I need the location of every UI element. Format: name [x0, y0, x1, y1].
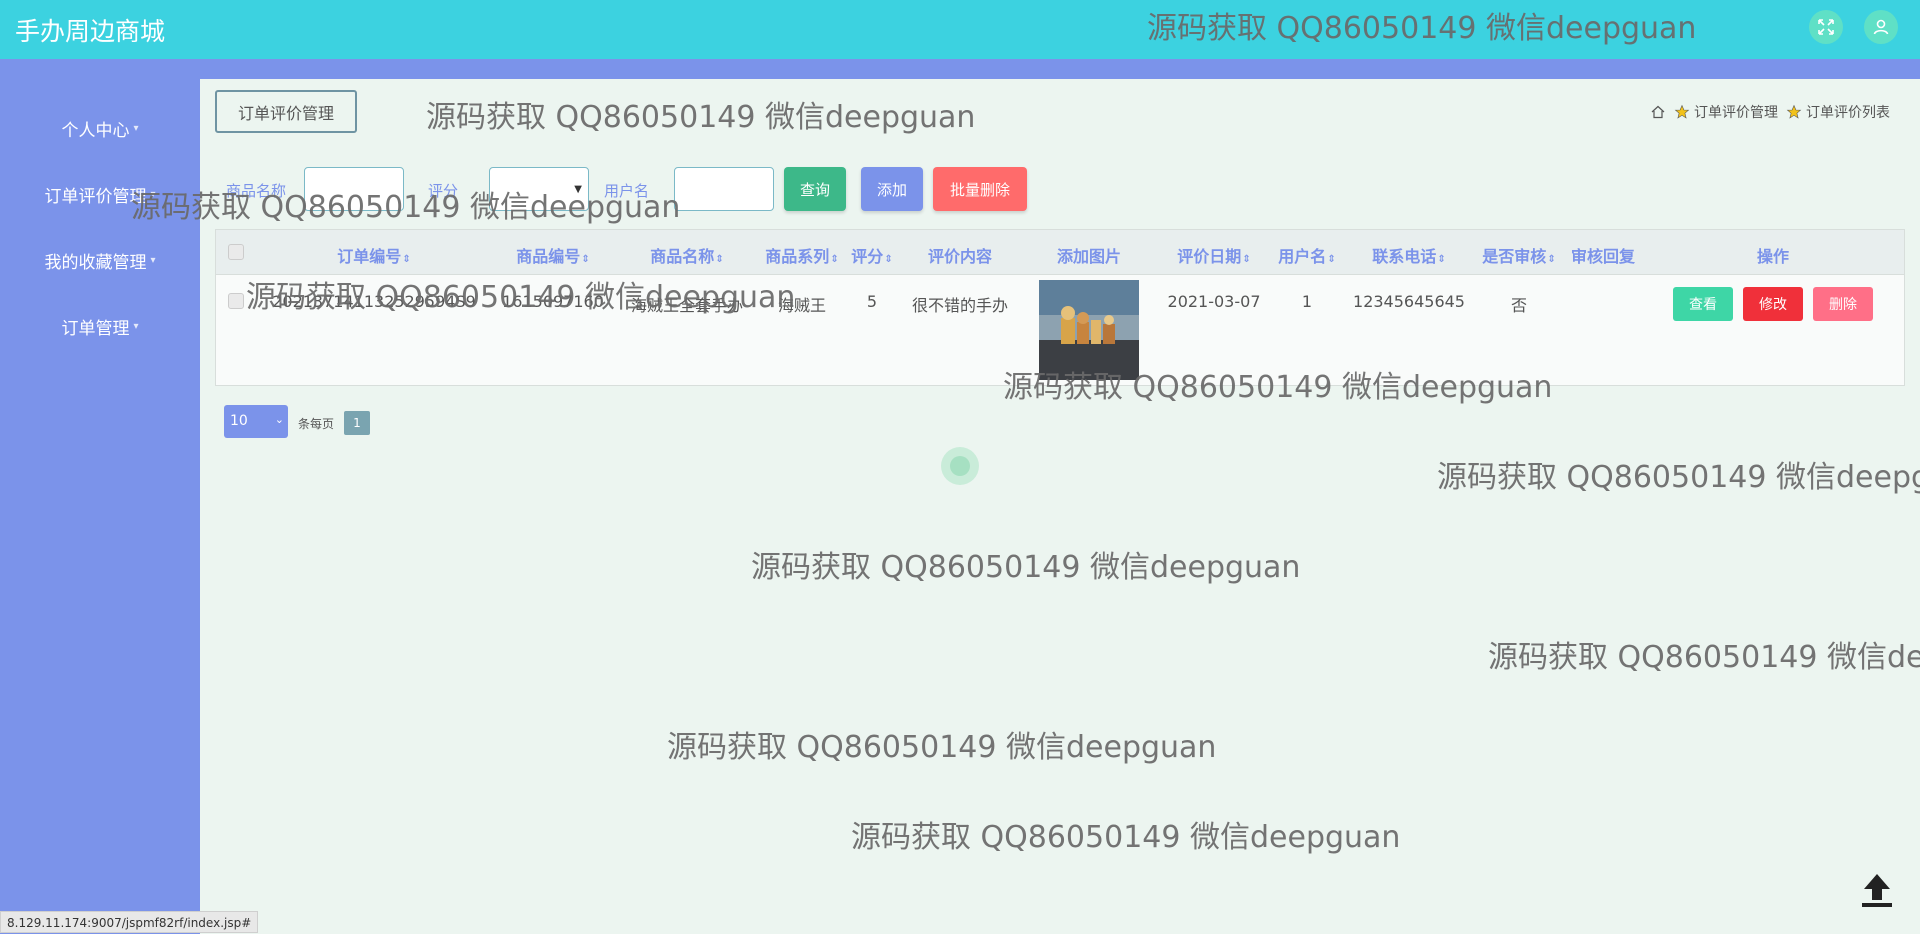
page-title-tab[interactable]: 订单评价管理 — [215, 90, 357, 133]
sidebar-item-favorites[interactable]: 我的收藏管理 ▾ — [0, 240, 200, 280]
column-header[interactable]: 是否审核⇕ — [1482, 243, 1555, 267]
sidebar-item-label: 个人中心 — [61, 120, 130, 141]
column-header[interactable]: 用户名⇕ — [1278, 243, 1335, 267]
username-input[interactable] — [674, 167, 774, 211]
user-icon[interactable] — [1864, 10, 1898, 44]
loading-spinner — [941, 447, 979, 485]
column-header[interactable]: 订单编号⇕ — [337, 243, 410, 267]
select-all-checkbox[interactable] — [228, 244, 244, 260]
star-icon — [1674, 104, 1690, 119]
watermark: 源码获取 QQ86050149 微信deepguan — [1147, 11, 1697, 46]
watermark: 源码获取 QQ86050149 微信deepguan — [1488, 640, 1920, 675]
status-bar-url: 8.129.11.174:9007/jspmf82rf/index.jsp# — [0, 911, 259, 933]
column-header[interactable]: 联系电话⇕ — [1372, 243, 1445, 267]
chevron-down-icon: ▾ — [133, 320, 139, 332]
watermark: 源码获取 QQ86050149 微信deepguan — [851, 820, 1401, 855]
sidebar-item-orders[interactable]: 订单管理 ▾ — [0, 306, 200, 346]
add-button[interactable]: 添加 — [861, 167, 923, 211]
sort-icon: ⇕ — [1242, 254, 1251, 265]
edit-button[interactable]: 修改 — [1743, 287, 1803, 321]
column-header[interactable]: 商品系列⇕ — [765, 243, 838, 267]
watermark: 源码获取 QQ86050149 微信deepguan — [426, 100, 976, 135]
watermark: 源码获取 QQ86050149 微信deepguan — [1437, 460, 1920, 495]
back-to-top-icon[interactable] — [1856, 870, 1898, 910]
chevron-down-icon: ⌄ — [274, 413, 284, 426]
sort-icon: ⇕ — [402, 254, 411, 265]
cell-date: 2021-03-07 — [1167, 292, 1261, 311]
column-header: 操作 — [1756, 247, 1790, 266]
column-header: 添加图片 — [1056, 247, 1122, 266]
cell-username: 1 — [1301, 292, 1313, 311]
cell-audited: 否 — [1510, 296, 1528, 315]
sort-icon: ⇕ — [1327, 254, 1336, 265]
column-header[interactable]: 评价日期⇕ — [1177, 243, 1250, 267]
cell-rating: 5 — [866, 292, 878, 311]
delete-button[interactable]: 删除 — [1813, 287, 1873, 321]
watermark: 源码获取 QQ86050149 微信deepguan — [131, 190, 681, 225]
cell-phone: 12345645645 — [1353, 292, 1465, 311]
sort-icon: ⇕ — [581, 254, 590, 265]
sort-icon: ⇕ — [1547, 254, 1556, 265]
watermark: 源码获取 QQ86050149 微信deepguan — [1003, 370, 1553, 405]
star-icon — [1786, 104, 1802, 119]
column-header[interactable]: 评分⇕ — [851, 243, 892, 267]
row-checkbox[interactable] — [228, 293, 244, 309]
breadcrumb: 订单评价管理 订单评价列表 — [1646, 102, 1890, 122]
header-accent-strip — [200, 59, 1920, 79]
sort-icon: ⇕ — [1437, 254, 1446, 265]
breadcrumb-item[interactable]: 订单评价管理 — [1694, 102, 1778, 122]
column-header[interactable]: 商品名称⇕ — [650, 243, 723, 267]
sort-icon: ⇕ — [715, 254, 724, 265]
page-size-value: 10 — [230, 413, 248, 429]
watermark: 源码获取 QQ86050149 微信deepguan — [751, 550, 1301, 585]
breadcrumb-item: 订单评价列表 — [1806, 105, 1890, 121]
query-button[interactable]: 查询 — [784, 167, 846, 211]
watermark: 源码获取 QQ86050149 微信deepguan — [667, 730, 1217, 765]
per-page-label: 条每页 — [298, 417, 335, 431]
page-number-button[interactable]: 1 — [344, 411, 370, 435]
sort-icon: ⇕ — [830, 254, 839, 265]
column-header[interactable]: 商品编号⇕ — [516, 243, 589, 267]
chevron-down-icon: ▾ — [150, 254, 156, 266]
sidebar-item-label: 我的收藏管理 — [44, 252, 147, 273]
home-icon[interactable] — [1650, 104, 1666, 120]
table-header: 订单编号⇕ 商品编号⇕ 商品名称⇕ 商品系列⇕ 评分⇕ 评价内容 添加图片 评价… — [216, 230, 1904, 275]
view-button[interactable]: 查看 — [1673, 287, 1733, 321]
column-header: 审核回复 — [1570, 247, 1636, 266]
watermark: 源码获取 QQ86050149 微信deepguan — [246, 280, 796, 315]
page-size-select[interactable]: 10 ⌄ — [224, 405, 288, 438]
sidebar-item-label: 订单管理 — [61, 318, 130, 339]
batch-delete-button[interactable]: 批量删除 — [933, 167, 1027, 211]
app-title: 手办周边商城 — [15, 17, 166, 46]
chevron-down-icon: ▾ — [133, 122, 139, 134]
sort-icon: ⇕ — [884, 254, 893, 265]
sidebar-item-personal-center[interactable]: 个人中心 ▾ — [0, 108, 200, 148]
cell-content: 很不错的手办 — [911, 296, 1009, 315]
fullscreen-icon[interactable] — [1809, 10, 1843, 44]
column-header: 评价内容 — [927, 247, 993, 266]
